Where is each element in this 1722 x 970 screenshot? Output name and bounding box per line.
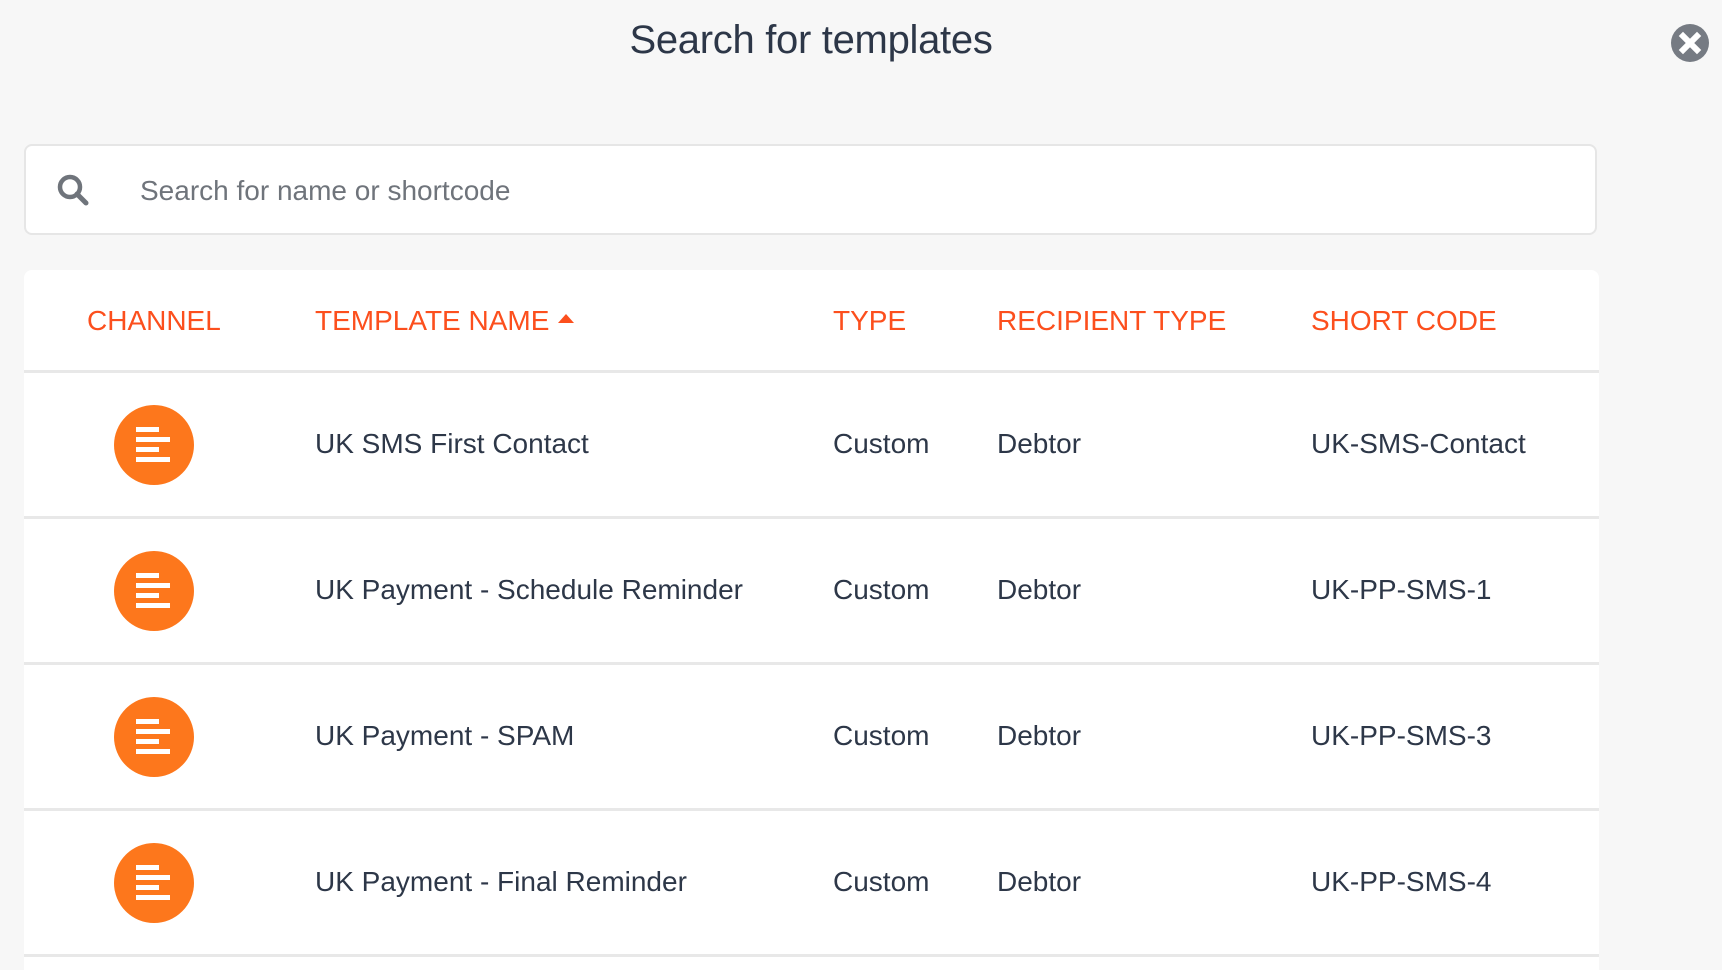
table-header: CHANNEL TEMPLATE NAME TYPE RECIPIENT TYP… — [24, 270, 1599, 373]
column-header-channel[interactable]: CHANNEL — [87, 305, 221, 337]
recipient-type: Debtor — [997, 574, 1082, 605]
column-label: TYPE — [833, 305, 907, 336]
template-name: UK Payment - Final Reminder — [315, 866, 687, 897]
template-type: Custom — [833, 720, 930, 751]
column-header-template-name[interactable]: TEMPLATE NAME — [315, 305, 575, 337]
column-header-short-code[interactable]: SHORT CODE — [1311, 305, 1497, 337]
template-type: Custom — [833, 428, 930, 459]
column-header-type[interactable]: TYPE — [833, 305, 906, 337]
message-lines-icon — [136, 573, 170, 608]
template-name: UK Payment - SPAM — [315, 720, 575, 751]
sms-channel-badge — [114, 405, 194, 485]
dialog-title: Search for templates — [629, 18, 993, 62]
column-label: CHANNEL — [87, 305, 221, 336]
short-code: UK-PP-SMS-4 — [1311, 866, 1492, 897]
table-row[interactable]: UK SMS First Contact Custom Debtor UK-SM… — [24, 373, 1599, 519]
column-label: TEMPLATE NAME — [315, 305, 550, 336]
column-label: SHORT CODE — [1311, 305, 1497, 336]
recipient-type: Debtor — [997, 720, 1082, 751]
template-name: UK Payment - Schedule Reminder — [315, 574, 743, 605]
column-label: RECIPIENT TYPE — [997, 305, 1227, 336]
message-lines-icon — [136, 719, 170, 754]
sms-channel-badge — [114, 843, 194, 923]
message-lines-icon — [136, 865, 170, 900]
table-row[interactable]: UK Payment - Final Reminder Custom Debto… — [24, 811, 1599, 957]
search-box[interactable] — [24, 144, 1597, 235]
message-lines-icon — [136, 427, 170, 462]
sort-ascending-icon — [558, 314, 575, 324]
template-name: UK SMS First Contact — [315, 428, 589, 459]
close-icon — [1678, 31, 1702, 55]
column-header-recipient-type[interactable]: RECIPIENT TYPE — [997, 305, 1226, 337]
templates-table: CHANNEL TEMPLATE NAME TYPE RECIPIENT TYP… — [24, 270, 1599, 970]
template-type: Custom — [833, 574, 930, 605]
template-type: Custom — [833, 866, 930, 897]
short-code: UK-SMS-Contact — [1311, 428, 1526, 459]
search-input[interactable] — [138, 146, 1562, 235]
short-code: UK-PP-SMS-1 — [1311, 574, 1492, 605]
recipient-type: Debtor — [997, 428, 1082, 459]
recipient-type: Debtor — [997, 866, 1082, 897]
table-row[interactable]: UK Payment - Schedule Reminder Custom De… — [24, 519, 1599, 665]
short-code: UK-PP-SMS-3 — [1311, 720, 1492, 751]
table-row[interactable]: UK Payment - SPAM Custom Debtor UK-PP-SM… — [24, 665, 1599, 811]
search-icon — [57, 174, 89, 206]
close-button[interactable] — [1671, 24, 1709, 62]
sms-channel-badge — [114, 551, 194, 631]
sms-channel-badge — [114, 697, 194, 777]
